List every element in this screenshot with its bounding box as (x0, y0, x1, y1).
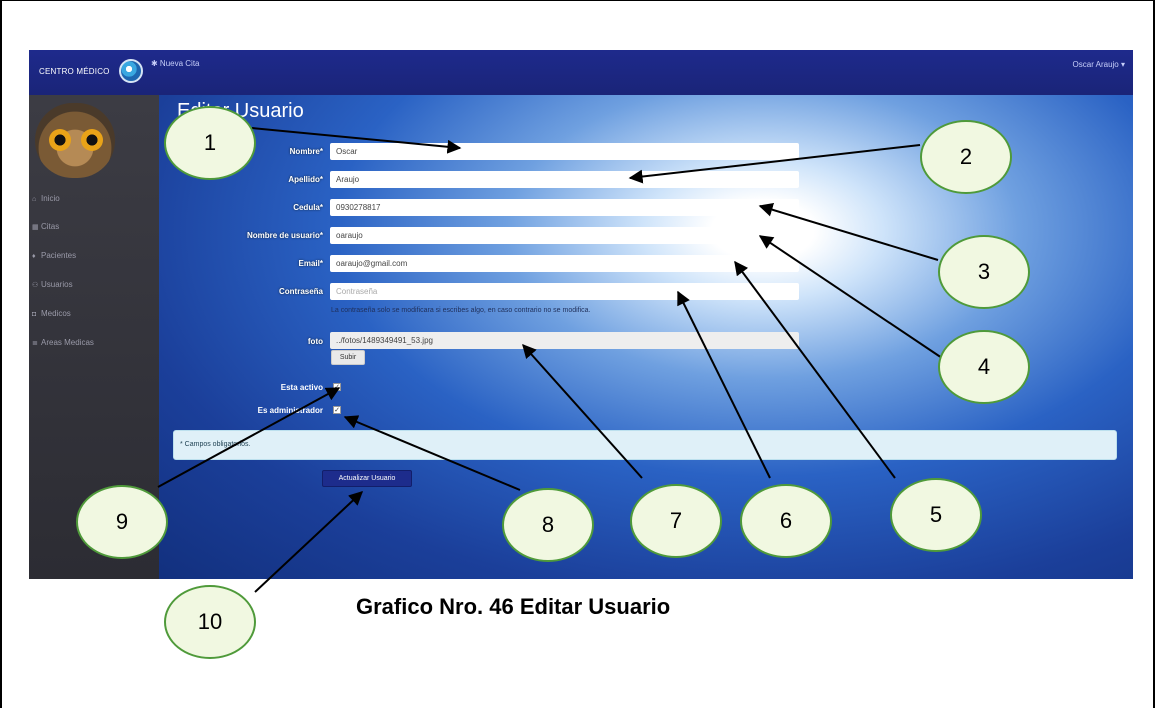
users-icon: ⚇ (32, 282, 39, 289)
password-help-text: La contraseña solo se modificara si escr… (331, 307, 591, 314)
sidebar-item-label: Inicio (41, 194, 60, 203)
sidebar-item-label: Citas (41, 222, 60, 231)
brand-logo-icon[interactable] (119, 59, 143, 83)
avatar (35, 103, 115, 178)
top-navbar: CENTRO MÉDICO ✱ Nueva Cita Oscar Araujo … (29, 50, 1133, 95)
foto-label: foto (307, 337, 323, 346)
sidebar-item-inicio[interactable]: ⌂ Inicio (32, 194, 60, 203)
owl-eye-left (49, 129, 71, 151)
sidebar-item-pacientes[interactable]: ♦ Pacientes (32, 251, 76, 260)
callout-2: 2 (920, 120, 1012, 194)
callout-1: 1 (164, 106, 256, 180)
owl-eye-right (81, 129, 103, 151)
callout-4: 4 (938, 330, 1030, 404)
username-input[interactable]: oaraujo (330, 227, 799, 244)
active-label: Esta activo (280, 383, 323, 392)
email-label: Email* (298, 259, 323, 268)
required-fields-note: * Campos obligatorios. (173, 430, 1117, 460)
apellido-input[interactable]: Araujo (330, 171, 799, 188)
frame-border-left (0, 0, 2, 708)
email-input[interactable]: oaraujo@gmail.com (330, 255, 799, 272)
admin-label: Es administrador (257, 406, 323, 415)
callout-8: 8 (502, 488, 594, 562)
admin-checkbox[interactable]: ✓ (333, 406, 341, 414)
doctor-icon: ◘ (32, 311, 37, 318)
apellido-label: Apellido* (288, 175, 323, 184)
callout-5: 5 (890, 478, 982, 552)
cedula-input[interactable]: 0930278817 (330, 199, 799, 216)
username-label: Nombre de usuario* (246, 231, 323, 240)
sidebar-item-usuarios[interactable]: ⚇ Usuarios (32, 280, 73, 289)
password-label: Contraseña (278, 287, 323, 296)
nombre-input[interactable]: Oscar (330, 143, 799, 160)
callout-10: 10 (164, 585, 256, 659)
user-menu-dropdown[interactable]: Oscar Araujo ▾ (1073, 60, 1125, 69)
user-icon: ♦ (32, 253, 36, 260)
sidebar-item-label: Areas Medicas (41, 338, 94, 347)
figure-caption: Grafico Nro. 46 Editar Usuario (356, 594, 671, 619)
sidebar-item-citas[interactable]: ▦ Citas (32, 222, 59, 231)
sidebar-item-label: Medicos (41, 309, 71, 318)
sidebar-item-medicos[interactable]: ◘ Medicos (32, 309, 71, 318)
callout-7: 7 (630, 484, 722, 558)
update-user-button[interactable]: Actualizar Usuario (322, 470, 412, 487)
active-checkbox[interactable]: ✓ (333, 383, 341, 391)
document-page: CENTRO MÉDICO ✱ Nueva Cita Oscar Araujo … (0, 0, 1155, 708)
password-input[interactable]: Contraseña (330, 283, 799, 300)
frame-border-top (0, 0, 1155, 1)
cedula-label: Cedula* (293, 203, 323, 212)
sidebar-item-label: Pacientes (41, 251, 77, 260)
foto-path-input[interactable]: ../fotos/1489349491_53.jpg (330, 332, 799, 349)
new-appointment-link[interactable]: ✱ Nueva Cita (151, 59, 200, 68)
callout-6: 6 (740, 484, 832, 558)
callout-3: 3 (938, 235, 1030, 309)
brand-name[interactable]: CENTRO MÉDICO (39, 67, 110, 76)
calendar-icon: ▦ (32, 224, 39, 231)
home-icon: ⌂ (32, 196, 37, 203)
sidebar-item-areas-medicas[interactable]: ≣ Areas Medicas (32, 338, 94, 347)
sidebar-item-label: Usuarios (41, 280, 73, 289)
callout-9: 9 (76, 485, 168, 559)
list-icon: ≣ (32, 340, 38, 347)
upload-button[interactable]: Subir (331, 350, 365, 365)
